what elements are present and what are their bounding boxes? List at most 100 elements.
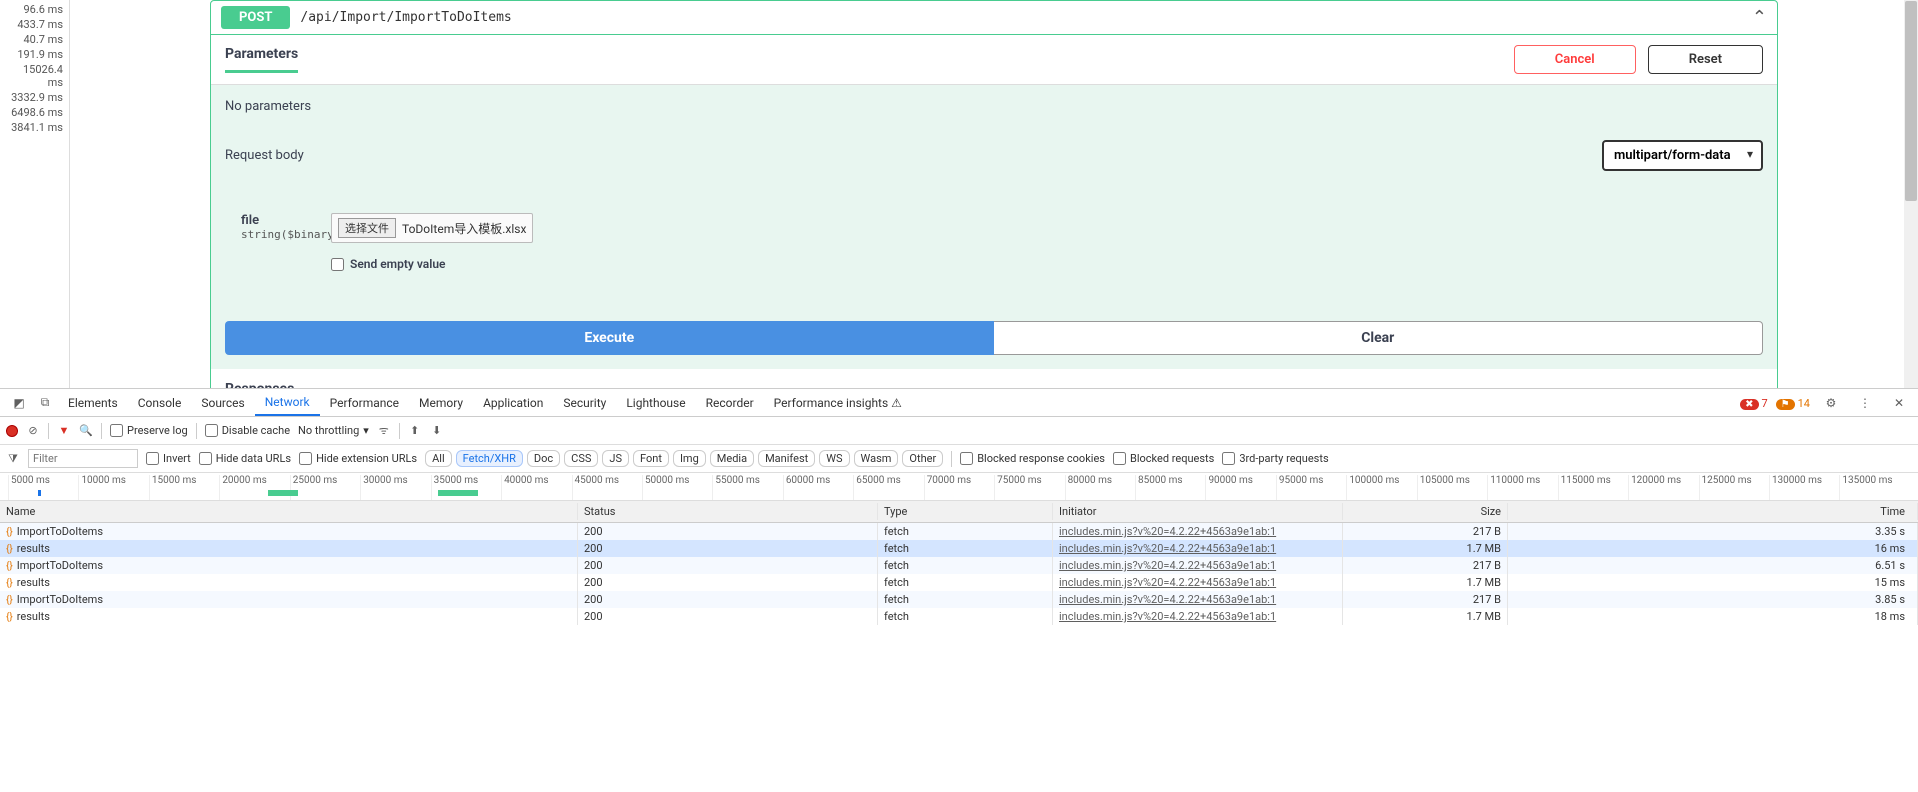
wifi-icon[interactable]: ᯤ [377,423,391,438]
timeline-tick: 40000 ms [501,475,571,500]
filter-type-other[interactable]: Other [902,450,943,467]
timeline-tick: 35000 ms [431,475,501,500]
inspect-icon[interactable]: ◩ [11,395,27,411]
filter-type-css[interactable]: CSS [564,450,598,467]
network-row[interactable]: {}ImportToDoItems200fetchincludes.min.js… [0,591,1918,608]
chevron-up-icon[interactable]: ⌃ [1752,7,1767,28]
timeline-tick: 100000 ms [1346,475,1416,500]
devtools-tab-network[interactable]: Network [255,389,320,416]
devtools-tab-recorder[interactable]: Recorder [696,389,764,416]
filter-type-wasm[interactable]: Wasm [854,450,899,467]
swagger-panel: POST /api/Import/ImportToDoItems ⌃ Param… [70,0,1918,388]
clear-icon[interactable]: ⊘ [26,424,40,437]
timeline-tick: 5000 ms [8,475,78,500]
filter-input[interactable] [28,449,138,468]
hide-data-urls-checkbox[interactable]: Hide data URLs [199,452,291,465]
initiator-link[interactable]: includes.min.js?v%20=4.2.22+4563a9e1ab:1 [1059,610,1276,623]
content-type-select[interactable]: multipart/form-data [1602,140,1763,171]
devtools-tabs: ◩ ⧉ ElementsConsoleSourcesNetworkPerform… [0,389,1918,417]
timeline-tick: 85000 ms [1135,475,1205,500]
devtools-tab-console[interactable]: Console [128,389,192,416]
preserve-log-checkbox[interactable]: Preserve log [110,424,188,437]
initiator-link[interactable]: includes.min.js?v%20=4.2.22+4563a9e1ab:1 [1059,525,1276,538]
record-icon[interactable] [6,425,18,437]
blocked-requests-checkbox[interactable]: Blocked requests [1113,452,1214,465]
timing-value: 15026.4 ms [0,62,69,90]
filter-type-font[interactable]: Font [633,450,669,467]
disable-cache-checkbox[interactable]: Disable cache [205,424,290,437]
device-icon[interactable]: ⧉ [37,395,53,411]
devtools-tab-lighthouse[interactable]: Lighthouse [616,389,695,416]
timeline-tick: 105000 ms [1417,475,1487,500]
timeline-tick: 15000 ms [149,475,219,500]
page-scrollbar[interactable] [1904,0,1918,388]
devtools-tab-elements[interactable]: Elements [58,389,128,416]
network-row[interactable]: {}ImportToDoItems200fetchincludes.min.js… [0,523,1918,540]
network-row[interactable]: {}results200fetchincludes.min.js?v%20=4.… [0,608,1918,625]
upload-icon[interactable]: ⬆ [408,424,422,437]
devtools-tab-security[interactable]: Security [553,389,616,416]
devtools-tab-performance[interactable]: Performance [320,389,409,416]
filter-type-all[interactable]: All [425,450,452,467]
warning-badge-icon[interactable]: ⚑ [1776,399,1795,410]
timing-value: 3332.9 ms [0,90,69,105]
request-body-label: Request body [225,148,1602,163]
initiator-link[interactable]: includes.min.js?v%20=4.2.22+4563a9e1ab:1 [1059,542,1276,555]
timeline-tick: 90000 ms [1205,475,1275,500]
more-icon[interactable]: ⋮ [1857,395,1873,411]
throttling-select[interactable]: No throttling ▾ [298,424,369,437]
gear-icon[interactable]: ⚙ [1823,395,1839,411]
network-row[interactable]: {}results200fetchincludes.min.js?v%20=4.… [0,574,1918,591]
devtools-tab-sources[interactable]: Sources [191,389,254,416]
endpoint-header[interactable]: POST /api/Import/ImportToDoItems ⌃ [211,1,1777,35]
chevron-down-icon: ▾ [363,424,369,437]
responses-header: Responses [211,369,1777,388]
timeline-tick: 80000 ms [1065,475,1135,500]
send-empty-checkbox[interactable]: Send empty value [331,257,533,271]
tab-parameters[interactable]: Parameters [225,46,298,73]
initiator-link[interactable]: includes.min.js?v%20=4.2.22+4563a9e1ab:1 [1059,593,1276,606]
clear-button[interactable]: Clear [994,321,1764,355]
timeline-tick: 115000 ms [1558,475,1628,500]
execute-button[interactable]: Execute [225,321,994,355]
timeline-tick: 135000 ms [1839,475,1909,500]
search-icon[interactable]: 🔍 [79,424,93,437]
initiator-link[interactable]: includes.min.js?v%20=4.2.22+4563a9e1ab:1 [1059,559,1276,572]
timing-value: 191.9 ms [0,47,69,62]
devtools-panel: ◩ ⧉ ElementsConsoleSourcesNetworkPerform… [0,388,1918,792]
filter-type-js[interactable]: JS [602,450,629,467]
devtools-tab-memory[interactable]: Memory [409,389,473,416]
request-icon: {} [6,544,13,555]
file-input[interactable]: 选择文件 ToDoItem导入模板.xlsx [331,213,533,243]
blocked-cookies-checkbox[interactable]: Blocked response cookies [960,452,1105,465]
third-party-checkbox[interactable]: 3rd-party requests [1222,452,1328,465]
filter-type-img[interactable]: Img [673,450,706,467]
network-timeline[interactable]: 5000 ms10000 ms15000 ms20000 ms25000 ms3… [0,473,1918,501]
choose-file-button[interactable]: 选择文件 [338,218,396,238]
reset-button[interactable]: Reset [1648,45,1763,74]
invert-checkbox[interactable]: Invert [146,452,191,465]
devtools-tab-application[interactable]: Application [473,389,553,416]
request-icon: {} [6,527,13,538]
download-icon[interactable]: ⬇ [430,424,444,437]
network-table-header[interactable]: Name Status Type Initiator Size Time [0,501,1918,523]
hide-extension-urls-checkbox[interactable]: Hide extension URLs [299,452,417,465]
filter-type-manifest[interactable]: Manifest [758,450,815,467]
filter-type-media[interactable]: Media [710,450,754,467]
initiator-link[interactable]: includes.min.js?v%20=4.2.22+4563a9e1ab:1 [1059,576,1276,589]
devtools-tab-performance-insights[interactable]: Performance insights ⚠ [764,389,912,416]
error-badge-icon[interactable]: ✖ [1740,399,1758,410]
timeline-tick: 55000 ms [712,475,782,500]
timeline-tick: 45000 ms [572,475,642,500]
filter-type-fetch-xhr[interactable]: Fetch/XHR [456,450,523,467]
cancel-button[interactable]: Cancel [1514,45,1636,74]
error-count: 7 [1761,397,1767,410]
network-row[interactable]: {}results200fetchincludes.min.js?v%20=4.… [0,540,1918,557]
filter-toggle-icon[interactable]: ▼ [57,424,71,437]
filter-type-doc[interactable]: Doc [527,450,560,467]
close-icon[interactable]: ✕ [1891,395,1907,411]
network-row[interactable]: {}ImportToDoItems200fetchincludes.min.js… [0,557,1918,574]
send-empty-input[interactable] [331,258,344,271]
filter-type-ws[interactable]: WS [819,450,849,467]
timeline-tick: 25000 ms [290,475,360,500]
